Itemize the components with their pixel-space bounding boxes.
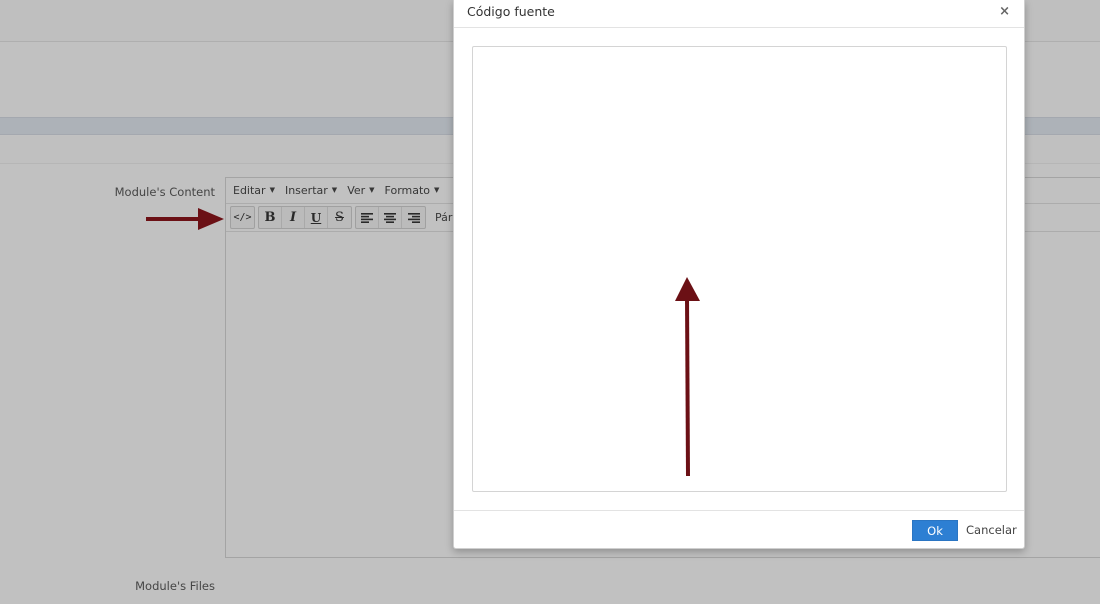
source-code-dialog: Código fuente × Ok Cancelar — [453, 0, 1025, 549]
ok-button[interactable]: Ok — [912, 520, 958, 541]
cancel-button[interactable]: Cancelar — [966, 523, 1017, 537]
dialog-header: Código fuente × — [454, 0, 1024, 28]
code-textarea[interactable] — [472, 46, 1007, 492]
close-icon[interactable]: × — [999, 4, 1010, 19]
dialog-footer: Ok Cancelar — [454, 510, 1024, 549]
dialog-title: Código fuente — [467, 4, 555, 19]
